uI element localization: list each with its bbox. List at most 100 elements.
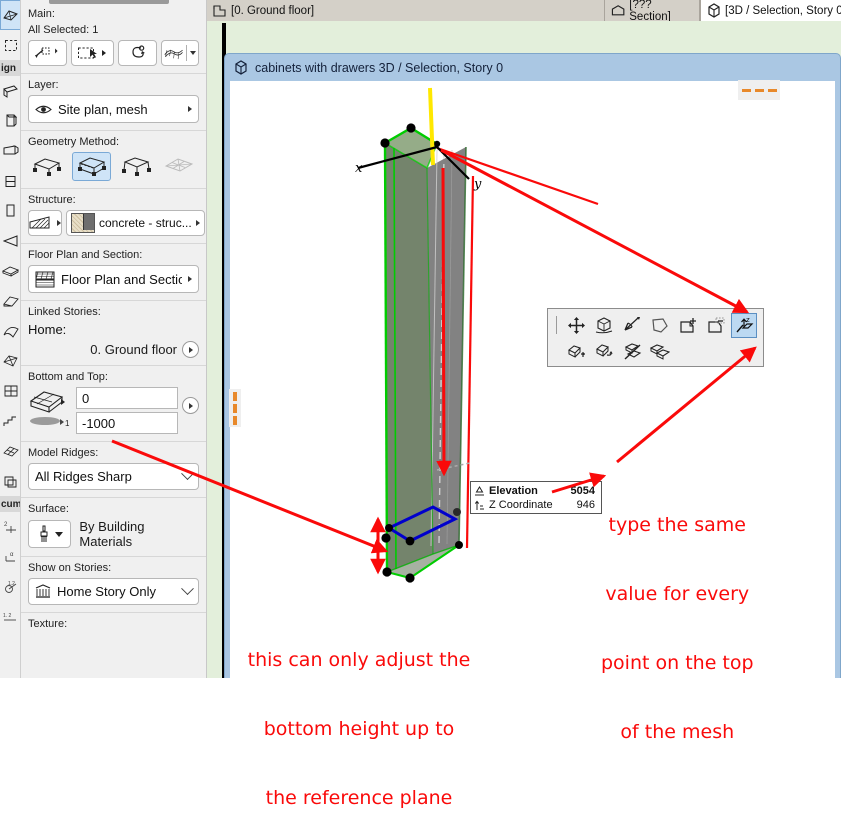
bottom-and-top-title: Bottom and Top: bbox=[28, 371, 108, 383]
tab-3d-selection[interactable]: [3D / Selection, Story 0] bbox=[700, 0, 841, 21]
rail-item-shell-tool[interactable] bbox=[0, 316, 20, 346]
rail-item-zone-tool[interactable] bbox=[0, 466, 20, 496]
rotate-3d-button[interactable] bbox=[591, 313, 617, 338]
wall-icon bbox=[3, 84, 18, 98]
mesh-height-icon-group[interactable]: 1 bbox=[28, 387, 72, 432]
marker-top-dashed[interactable] bbox=[738, 80, 780, 100]
section-geometry-method: Geometry Method: bbox=[21, 131, 206, 189]
annotation-line: bottom height up to bbox=[263, 718, 455, 740]
column-icon bbox=[6, 114, 17, 127]
multiply-icon bbox=[650, 343, 670, 360]
rail-item-beam-tool[interactable] bbox=[0, 136, 20, 166]
model-ridges-select[interactable]: All Ridges Sharp bbox=[28, 463, 199, 490]
door-icon bbox=[6, 204, 15, 217]
left-toolbar[interactable]: ign cum 2 α 1.2 1. 2 bbox=[0, 0, 21, 678]
surface-chevron-icon[interactable] bbox=[54, 531, 63, 537]
rail-item-stair-tool[interactable] bbox=[0, 406, 20, 436]
tab-section[interactable]: [??? Section] bbox=[605, 0, 700, 23]
elevation-icon bbox=[475, 485, 484, 495]
rail-item-marquee-tool[interactable] bbox=[0, 30, 20, 60]
split-button[interactable] bbox=[619, 339, 645, 364]
panel-drag-handle[interactable] bbox=[49, 0, 169, 4]
show-on-stories-select[interactable]: Home Story Only bbox=[28, 578, 199, 605]
geo-mesh-open-button[interactable] bbox=[116, 152, 155, 181]
structure-fill-button[interactable] bbox=[28, 210, 62, 236]
structure-fill-arrow-icon[interactable] bbox=[57, 220, 61, 226]
tab-ground-floor[interactable]: [0. Ground floor] bbox=[207, 0, 605, 21]
rail-item-angle-dimension-tool[interactable]: α bbox=[0, 542, 20, 572]
object-icon bbox=[2, 235, 17, 247]
3d-window-titlebar[interactable]: cabinets with drawers 3D / Selection, St… bbox=[225, 54, 840, 81]
move-subelement-button[interactable] bbox=[563, 339, 589, 364]
rail-group-design[interactable]: ign bbox=[0, 60, 20, 76]
elevate-z-icon: z bbox=[735, 316, 753, 332]
rail-item-object-tool[interactable] bbox=[0, 226, 20, 256]
element-settings-panel: Main: All Selected: 1 Layer: Site plan, … bbox=[21, 0, 207, 678]
svg-text:z: z bbox=[746, 316, 750, 324]
rail-item-roof-tool[interactable] bbox=[0, 286, 20, 316]
geo-mesh-open-icon bbox=[121, 157, 151, 176]
rail-item-mesh2-tool[interactable] bbox=[0, 436, 20, 466]
home-story-arrow-button[interactable] bbox=[182, 341, 199, 358]
section-bottom-and-top: Bottom and Top: 1 0 -1000 bbox=[21, 366, 206, 442]
geo-mesh-grid-button[interactable] bbox=[160, 152, 199, 181]
layer-combo[interactable]: Site plan, mesh bbox=[28, 95, 199, 123]
floor-plan-combo[interactable]: Floor Plan and Section... bbox=[28, 265, 199, 293]
rail-item-slab-tool[interactable] bbox=[0, 256, 20, 286]
curtainwall-icon bbox=[4, 385, 17, 396]
offset-edge-button[interactable] bbox=[647, 313, 673, 338]
geometry-method-title: Geometry Method: bbox=[28, 136, 120, 148]
chevron-down-icon[interactable] bbox=[181, 582, 194, 596]
chevron-down-icon[interactable] bbox=[190, 51, 196, 55]
bottom-top-arrow-button[interactable] bbox=[182, 397, 199, 414]
rail-item-morph-tool[interactable] bbox=[0, 346, 20, 376]
geo-mesh-solid-button[interactable] bbox=[71, 152, 112, 181]
marker-left-dashed[interactable] bbox=[229, 389, 241, 427]
add-node-button[interactable] bbox=[675, 313, 701, 338]
show-on-stories-value: Home Story Only bbox=[57, 584, 156, 599]
marquee-select-button[interactable] bbox=[70, 40, 115, 66]
building-material-arrow-icon[interactable] bbox=[195, 220, 200, 226]
building-material-combo[interactable]: concrete - struc... bbox=[66, 210, 205, 236]
pet-palette[interactable]: z bbox=[547, 308, 764, 367]
rail-item-window-tool[interactable] bbox=[0, 166, 20, 196]
edit-polyline-button[interactable] bbox=[28, 40, 67, 66]
building-material-value: concrete - struc... bbox=[99, 216, 192, 230]
svg-text:1. 2: 1. 2 bbox=[3, 613, 12, 619]
chevron-down-icon[interactable] bbox=[181, 467, 194, 481]
home-label: Home: bbox=[28, 322, 67, 337]
rail-item-column-tool[interactable] bbox=[0, 106, 20, 136]
layer-arrow-icon[interactable] bbox=[188, 106, 192, 112]
floor-plan-arrow-icon[interactable] bbox=[188, 276, 192, 282]
surface-material-button[interactable] bbox=[28, 520, 72, 548]
rail-group-document[interactable]: cum bbox=[0, 496, 20, 512]
geo-mesh-flat-button[interactable] bbox=[28, 152, 67, 181]
all-selected-count: All Selected: 1 bbox=[28, 24, 99, 36]
level-dim-icon: 1. 2 bbox=[3, 613, 16, 621]
geo-mesh-solid-icon bbox=[77, 157, 106, 176]
rail-item-level-dimension-tool[interactable]: 1. 2 bbox=[0, 602, 20, 632]
rail-item-radial-dimension-tool[interactable]: 1.2 bbox=[0, 572, 20, 602]
annotation-line: of the mesh bbox=[620, 721, 735, 743]
bottom-height-field[interactable]: -1000 bbox=[76, 412, 178, 434]
mesh-tool-preview-button[interactable] bbox=[161, 40, 199, 66]
elevate-z-button[interactable]: z bbox=[731, 312, 757, 338]
rotate-subelement-button[interactable] bbox=[591, 339, 617, 364]
rail-item-wall-tool[interactable] bbox=[0, 76, 20, 106]
rail-item-mesh-tool[interactable] bbox=[0, 0, 20, 30]
stories-icon bbox=[35, 584, 51, 598]
top-height-field[interactable]: 0 bbox=[76, 387, 178, 409]
remove-node-button[interactable] bbox=[703, 313, 729, 338]
rotate-button[interactable] bbox=[118, 40, 157, 66]
svg-text:1: 1 bbox=[65, 419, 70, 428]
drag-button[interactable] bbox=[563, 313, 589, 338]
section-surface: Surface: By Building Materials bbox=[21, 498, 206, 557]
drag-icon bbox=[567, 316, 585, 334]
rail-item-door-tool[interactable] bbox=[0, 196, 20, 226]
rail-item-dimension-tool[interactable]: 2 bbox=[0, 512, 20, 542]
home-story-value: 0. Ground floor bbox=[90, 342, 177, 357]
rail-item-curtainwall-tool[interactable] bbox=[0, 376, 20, 406]
rotate-icon bbox=[131, 45, 145, 58]
multiply-button[interactable] bbox=[647, 339, 673, 364]
elevate-button[interactable] bbox=[619, 313, 645, 338]
